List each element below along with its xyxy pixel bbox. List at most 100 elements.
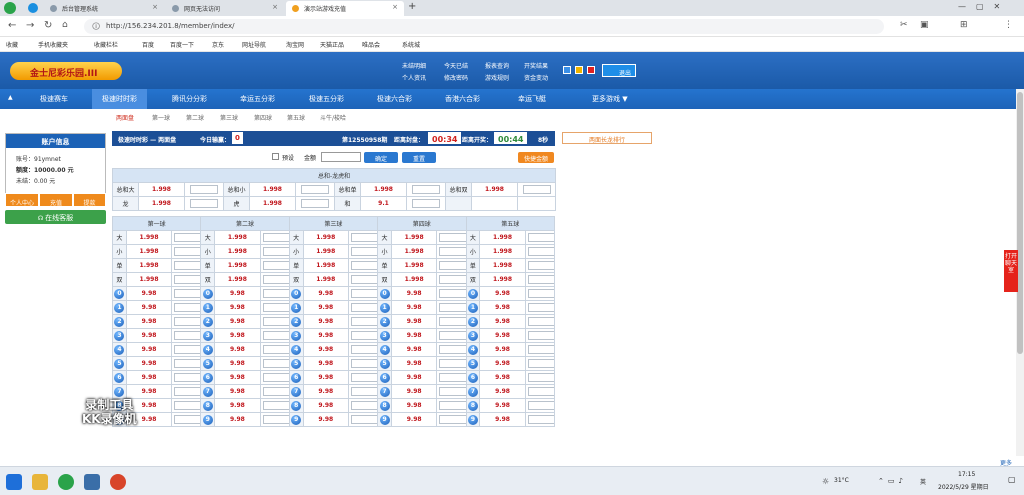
odds-value[interactable]: 9.98 [125, 328, 173, 343]
bet-amount-input[interactable] [174, 401, 200, 410]
odds-value[interactable]: 9.98 [479, 300, 526, 315]
menu-item[interactable]: 香港六合彩 [445, 94, 480, 104]
odds-value[interactable]: 9.98 [479, 370, 526, 385]
odds-value[interactable]: 9.98 [125, 356, 173, 371]
bet-amount-input[interactable] [262, 289, 289, 298]
bet-amount-input[interactable] [439, 415, 465, 424]
bet-amount-input[interactable] [527, 261, 554, 270]
bet-amount-input[interactable] [527, 233, 554, 242]
tab-admin[interactable]: 后台管理系统 × [44, 1, 164, 16]
bet-amount-input[interactable] [439, 373, 465, 382]
odds-value[interactable]: 1.998 [214, 272, 261, 287]
start-icon[interactable] [6, 474, 22, 490]
odds-value[interactable]: 9.98 [125, 342, 173, 357]
input-language[interactable]: 英 [920, 477, 926, 486]
bookmark-item[interactable]: 手机收藏夹 [38, 40, 68, 49]
odds-value[interactable]: 9.98 [302, 398, 349, 413]
personal-center-button[interactable]: 个人中心 [5, 193, 39, 207]
odds-value[interactable]: 9.98 [390, 342, 438, 357]
deposit-button[interactable]: 充值 [39, 193, 73, 207]
close-icon[interactable]: × [392, 3, 398, 11]
browser-taskbar-icon[interactable] [58, 474, 74, 490]
cut-icon[interactable]: ✂ [900, 20, 908, 30]
bet-amount-input[interactable] [439, 303, 465, 312]
bet-amount-input[interactable] [262, 373, 289, 382]
odds-value[interactable]: 9.1 [360, 196, 407, 211]
odds-value[interactable]: 9.98 [302, 370, 349, 385]
odds-value[interactable]: 1.998 [360, 182, 407, 197]
odds-value[interactable]: 9.98 [390, 300, 438, 315]
odds-value[interactable]: 1.998 [214, 258, 261, 273]
odds-value[interactable]: 1.998 [479, 230, 526, 245]
bet-amount-input[interactable] [527, 345, 554, 354]
bet-amount-input[interactable] [527, 373, 554, 382]
odds-value[interactable]: 9.98 [214, 300, 261, 315]
odds-value[interactable]: 9.98 [302, 286, 349, 301]
subtab[interactable]: 斗牛/梭哈 [320, 113, 346, 122]
header-link[interactable]: 开奖结果 [524, 61, 548, 70]
bet-amount-input[interactable] [412, 199, 440, 208]
odds-value[interactable]: 9.98 [479, 356, 526, 371]
odds-value[interactable]: 1.998 [471, 182, 518, 197]
bet-amount-input[interactable] [174, 331, 200, 340]
bet-amount-input[interactable] [439, 359, 465, 368]
bet-amount-input[interactable] [439, 317, 465, 326]
bet-amount-input[interactable] [527, 275, 554, 284]
header-link[interactable]: 未结明细 [402, 61, 426, 70]
bet-amount-input[interactable] [174, 373, 200, 382]
odds-value[interactable]: 9.98 [390, 356, 438, 371]
preset-checkbox[interactable] [272, 153, 279, 160]
odds-value[interactable]: 1.998 [138, 182, 185, 197]
bet-amount-input[interactable] [262, 275, 289, 284]
recorder-taskbar-icon[interactable] [110, 474, 126, 490]
header-link[interactable]: 个人资讯 [402, 73, 426, 82]
bet-amount-input[interactable] [527, 359, 554, 368]
bet-amount-input[interactable] [439, 401, 465, 410]
bet-amount-input[interactable] [350, 401, 377, 410]
menu-item[interactable]: 极速五分彩 [309, 94, 344, 104]
bet-amount-input[interactable] [527, 317, 554, 326]
bet-amount-input[interactable] [174, 247, 200, 256]
bet-amount-input[interactable] [350, 233, 377, 242]
odds-value[interactable]: 9.98 [302, 384, 349, 399]
bookmark-item[interactable]: 唯品会 [362, 40, 380, 49]
odds-value[interactable]: 9.98 [390, 398, 438, 413]
odds-value[interactable]: 9.98 [390, 384, 438, 399]
bet-amount-input[interactable] [439, 387, 465, 396]
odds-value[interactable]: 1.998 [249, 196, 296, 211]
bet-amount-input[interactable] [350, 373, 377, 382]
odds-value[interactable]: 1.998 [479, 258, 526, 273]
menu-item[interactable]: 腾讯分分彩 [172, 94, 207, 104]
bet-amount-input[interactable] [350, 331, 377, 340]
odds-value[interactable]: 9.98 [214, 398, 261, 413]
odds-value[interactable]: 9.98 [214, 314, 261, 329]
extensions-icon[interactable]: ⊞ [960, 20, 968, 30]
odds-value[interactable]: 9.98 [214, 384, 261, 399]
bookmark-item[interactable]: 收藏 [6, 40, 18, 49]
odds-value[interactable]: 1.998 [479, 272, 526, 287]
odds-value[interactable]: 9.98 [302, 300, 349, 315]
odds-value[interactable]: 9.98 [125, 370, 173, 385]
bookmark-item[interactable]: 天猫正品 [320, 40, 344, 49]
bet-amount-input[interactable] [350, 275, 377, 284]
bet-amount-input[interactable] [174, 289, 200, 298]
scrollbar-thumb[interactable] [1017, 92, 1023, 354]
odds-value[interactable]: 9.98 [214, 370, 261, 385]
odds-value[interactable]: 9.98 [125, 286, 173, 301]
browser-menu-icon[interactable] [28, 3, 38, 13]
file-explorer-icon[interactable] [32, 474, 48, 490]
bet-amount-input[interactable] [439, 289, 465, 298]
bet-amount-input[interactable] [439, 247, 465, 256]
bet-amount-input[interactable] [527, 401, 554, 410]
odds-value[interactable]: 1.998 [302, 230, 349, 245]
odds-value[interactable]: 9.98 [390, 412, 438, 427]
odds-value[interactable]: 1.998 [390, 272, 438, 287]
bet-amount-input[interactable] [350, 317, 377, 326]
odds-value[interactable]: 9.98 [390, 370, 438, 385]
bookmark-item[interactable]: 百度一下 [170, 40, 194, 49]
odds-value[interactable]: 1.998 [125, 272, 173, 287]
odds-value[interactable]: 9.98 [479, 412, 526, 427]
bet-amount-input[interactable] [174, 233, 200, 242]
close-icon[interactable]: × [272, 3, 278, 11]
notification-icon[interactable]: ▢ [1008, 475, 1016, 484]
